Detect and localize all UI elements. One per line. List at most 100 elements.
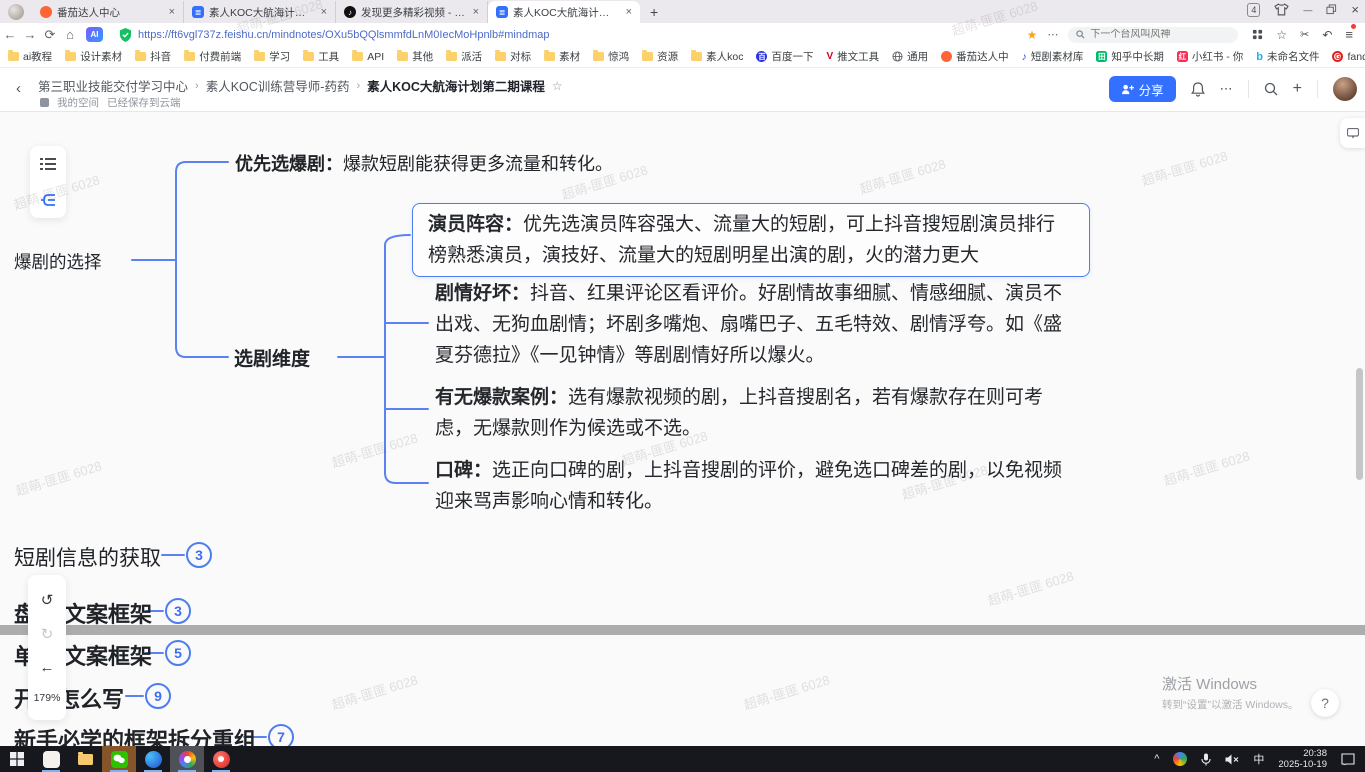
taskbar-app-notes[interactable]: [34, 746, 68, 772]
taskbar-app-360[interactable]: [204, 746, 238, 772]
restore-button[interactable]: [1326, 4, 1337, 15]
tab-count-badge[interactable]: 4: [1247, 3, 1260, 17]
back-to-root-icon[interactable]: ←: [40, 659, 55, 676]
close-icon[interactable]: ×: [319, 6, 329, 18]
taskbar-app-browser-active[interactable]: [170, 746, 204, 772]
bookmark-item[interactable]: 资源: [642, 49, 678, 64]
browser-tab-4-active[interactable]: ≣ 素人KOC大航海计划第二期课 ×: [488, 1, 640, 23]
mindmap-node-hit-cases[interactable]: 有无爆款案例：选有爆款视频的剧，上抖音搜剧名，若有爆款存在则可考虑，无爆款则作为…: [435, 382, 1075, 444]
user-avatar[interactable]: [1333, 77, 1357, 101]
mindmap-node-root[interactable]: 爆剧的选择: [14, 249, 102, 274]
bookmark-item[interactable]: 对标: [495, 49, 531, 64]
bookmark-item[interactable]: Gfanqie-no: [1332, 51, 1365, 63]
bookmark-item[interactable]: ai教程: [8, 49, 52, 64]
apps-grid-icon[interactable]: [1252, 29, 1263, 40]
vertical-scrollbar[interactable]: [1356, 368, 1363, 480]
mindmap-node-priority[interactable]: 优先选爆剧：爆款短剧能获得更多流量和转化。: [235, 150, 613, 176]
bookmark-item[interactable]: 红小红书 - 你: [1177, 49, 1243, 64]
zoom-level[interactable]: 179%: [34, 692, 61, 704]
screenshot-scissors-icon[interactable]: ✂: [1300, 28, 1309, 41]
browser-tab-2[interactable]: ≣ 素人KOC大航海计划第二期课 ×: [184, 1, 336, 23]
ai-assistant-icon[interactable]: AI: [86, 27, 103, 42]
favorite-star-icon[interactable]: ☆: [552, 79, 563, 93]
collapse-count-badge[interactable]: 3: [165, 598, 191, 624]
close-icon[interactable]: ×: [624, 6, 634, 18]
start-button[interactable]: [0, 746, 34, 772]
bookmark-item[interactable]: 惊鸿: [593, 49, 629, 64]
notifications-bell-icon[interactable]: [1191, 82, 1205, 97]
site-security-icon[interactable]: [119, 28, 132, 42]
collapse-count-badge[interactable]: 3: [186, 542, 212, 568]
undo-icon[interactable]: ↺: [41, 591, 54, 609]
breadcrumb-item[interactable]: 素人KOC训练营导师-药药: [206, 76, 350, 95]
close-icon[interactable]: ×: [167, 6, 177, 18]
browser-tab-1[interactable]: 番茄达人中心 ×: [32, 1, 184, 23]
bookmark-item[interactable]: 素材: [544, 49, 580, 64]
mindmap-node-recombine[interactable]: 新手必学的框架拆分重组: [14, 723, 256, 746]
close-icon[interactable]: ×: [471, 6, 481, 18]
bookmark-item[interactable]: 学习: [254, 49, 290, 64]
bookmark-item[interactable]: 付费前端: [184, 49, 241, 64]
tray-browser-icon[interactable]: [1173, 752, 1187, 766]
mindmap-node-dimension[interactable]: 选剧维度: [234, 344, 310, 371]
bookmark-item[interactable]: 工具: [303, 49, 339, 64]
browser-menu-icon[interactable]: ≡: [1345, 27, 1353, 42]
mindmap-node-reputation[interactable]: 口碑：选正向口碑的剧，上抖音搜剧的评价，避免选口碑差的剧，以免视频迎来骂声影响心…: [435, 455, 1075, 517]
mindmap-node-plot[interactable]: 剧情好坏：抖音、红果评论区看评价。好剧情故事细腻、情感细腻、演员不出戏、无狗血剧…: [435, 278, 1075, 371]
theme-skin-icon[interactable]: [1274, 2, 1289, 17]
favorites-icon[interactable]: ☆: [1276, 28, 1287, 42]
bookmark-item[interactable]: 素人koc: [691, 49, 743, 64]
speaker-muted-icon[interactable]: [1225, 754, 1239, 765]
bookmark-item[interactable]: ♪短剧素材库: [1022, 49, 1084, 64]
share-button[interactable]: 分享: [1109, 76, 1176, 102]
mindmap-canvas[interactable]: 优先选爆剧：爆款短剧能获得更多流量和转化。 爆剧的选择 选剧维度 演员阵容：优先…: [0, 112, 1365, 746]
close-window-button[interactable]: ×: [1351, 2, 1359, 17]
bookmark-item[interactable]: 番茄达人中: [941, 49, 1009, 64]
address-more-icon[interactable]: ⋯: [1047, 28, 1058, 41]
bookmark-item[interactable]: b未命名文件: [1256, 49, 1319, 64]
history-undo-icon[interactable]: ↶: [1322, 28, 1332, 42]
collapse-count-badge[interactable]: 5: [165, 640, 191, 666]
collapse-count-badge[interactable]: 9: [145, 683, 171, 709]
bookmark-item[interactable]: 设计素材: [65, 49, 122, 64]
bookmark-item[interactable]: API: [352, 51, 384, 63]
minimize-button[interactable]: —: [1303, 5, 1312, 15]
doc-search-icon[interactable]: [1264, 82, 1278, 96]
bookmark-item[interactable]: 百百度一下: [756, 49, 813, 64]
bookmark-item[interactable]: 通用: [892, 49, 928, 64]
space-label[interactable]: 我的空间: [57, 95, 99, 110]
collapse-count-badge[interactable]: 7: [268, 724, 294, 746]
bookmark-item[interactable]: 派活: [446, 49, 482, 64]
mindmap-node-opening-suffix[interactable]: 怎么写: [58, 682, 124, 714]
tray-expand-icon[interactable]: ^: [1154, 753, 1159, 765]
mindmap-node-cast-selected[interactable]: 演员阵容：优先选演员阵容强大、流量大的短剧，可上抖音搜短剧演员排行榜熟悉演员，演…: [412, 203, 1090, 277]
new-tab-button[interactable]: +: [650, 4, 658, 20]
bookmark-item[interactable]: V推文工具: [826, 49, 879, 64]
back-icon[interactable]: ←: [0, 27, 20, 42]
breadcrumb-item[interactable]: 第三职业技能交付学习中心: [38, 76, 188, 95]
browser-profile-avatar[interactable]: [8, 4, 24, 20]
reload-icon[interactable]: ⟳: [40, 27, 60, 43]
taskbar-app-wechat-active[interactable]: [102, 746, 136, 772]
search-input[interactable]: [1090, 29, 1220, 40]
redo-icon[interactable]: ↻: [41, 625, 54, 643]
notification-center-icon[interactable]: [1341, 753, 1355, 765]
home-icon[interactable]: ⌂: [60, 27, 80, 42]
bookmark-item[interactable]: 其他: [397, 49, 433, 64]
nav-back-icon[interactable]: ‹: [16, 80, 21, 97]
header-more-icon[interactable]: ⋯: [1220, 81, 1233, 97]
browser-tab-3[interactable]: ♪ 发现更多精彩视频 - 抖音搜索 ×: [336, 1, 488, 23]
tray-clock[interactable]: 20:38 2025-10-19: [1278, 748, 1327, 770]
mindmap-view-button[interactable]: [30, 182, 66, 218]
forward-icon[interactable]: →: [20, 27, 40, 42]
bookmark-item[interactable]: 抖音: [135, 49, 171, 64]
bookmark-item[interactable]: 田知乎中长期: [1096, 49, 1164, 64]
taskbar-app-feishu[interactable]: [136, 746, 170, 772]
address-url[interactable]: https://ft6vgl737z.feishu.cn/mindnotes/O…: [138, 29, 549, 41]
bookmark-star-icon[interactable]: ★: [1027, 28, 1038, 42]
ime-indicator[interactable]: 中: [1253, 751, 1264, 767]
browser-search-box[interactable]: [1068, 27, 1238, 43]
outline-view-button[interactable]: [30, 146, 66, 182]
mindmap-node-framework-2-suffix[interactable]: 文案框架: [64, 639, 152, 671]
help-button[interactable]: ?: [1311, 689, 1339, 717]
